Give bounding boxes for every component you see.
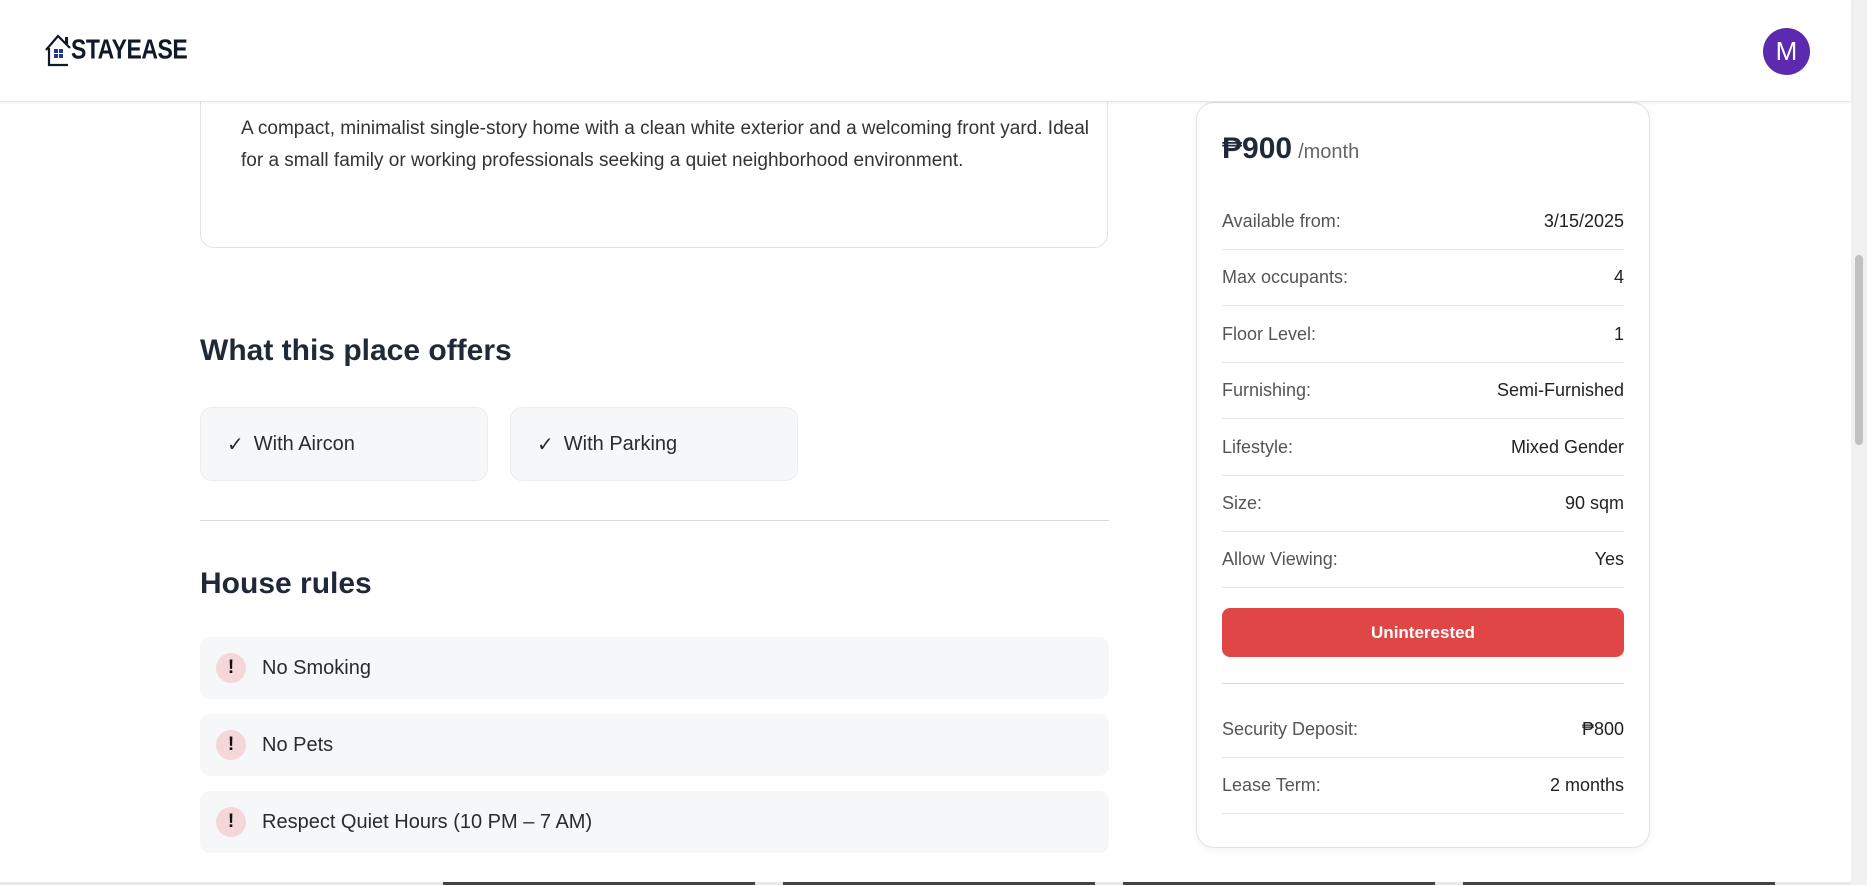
description-text: A compact, minimalist single-story home … (241, 118, 1089, 171)
price-unit: /month (1298, 141, 1360, 163)
detail-row-max-occupants: Max occupants: 4 (1222, 250, 1624, 306)
detail-label: Lifestyle: (1222, 437, 1294, 457)
section-divider (200, 520, 1109, 521)
page-scrollbar-thumb[interactable] (1855, 255, 1863, 445)
detail-value: 4 (1613, 267, 1624, 287)
amenity-label: With Aircon (253, 432, 355, 455)
check-icon: ✓ (227, 433, 244, 456)
rule-item: ! No Pets (200, 714, 1109, 776)
user-avatar[interactable]: M (1763, 28, 1810, 75)
detail-label: Max occupants: (1222, 267, 1349, 287)
detail-value: Yes (1594, 549, 1624, 569)
warning-icon: ! (216, 653, 246, 683)
top-header: STAYEASE M (0, 0, 1851, 102)
detail-value: 1 (1613, 324, 1624, 344)
detail-value: ₱800 (1581, 719, 1624, 739)
detail-row-furnishing: Furnishing: Semi-Furnished (1222, 363, 1624, 419)
detail-label: Allow Viewing: (1222, 549, 1338, 569)
amenities-title: What this place offers (200, 334, 512, 367)
amenity-item: ✓ With Aircon (200, 407, 488, 481)
detail-label: Floor Level: (1222, 324, 1317, 344)
check-icon: ✓ (537, 433, 554, 456)
detail-label: Security Deposit: (1222, 719, 1359, 739)
detail-value: Mixed Gender (1510, 437, 1624, 457)
detail-value: 2 months (1549, 775, 1624, 795)
detail-row-size: Size: 90 sqm (1222, 476, 1624, 532)
stayease-logo[interactable]: STAYEASE (44, 28, 188, 68)
detail-value: Semi-Furnished (1496, 380, 1624, 400)
rule-label: Respect Quiet Hours (10 PM – 7 AM) (262, 810, 593, 833)
detail-row-available-from: Available from: 3/15/2025 (1222, 194, 1624, 250)
detail-row-floor-level: Floor Level: 1 (1222, 307, 1624, 363)
amenity-label: With Parking (563, 432, 678, 455)
detail-row-security-deposit: Security Deposit: ₱800 (1222, 702, 1624, 758)
amenity-item: ✓ With Parking (510, 407, 798, 481)
detail-row-allow-viewing: Allow Viewing: Yes (1222, 532, 1624, 588)
rule-item: ! No Smoking (200, 637, 1109, 699)
logo-text: STAYEASE (71, 33, 188, 65)
warning-icon: ! (216, 730, 246, 760)
detail-label: Size: (1222, 493, 1263, 513)
warning-icon: ! (216, 807, 246, 837)
detail-value: 3/15/2025 (1543, 211, 1624, 231)
rule-item: ! Respect Quiet Hours (10 PM – 7 AM) (200, 791, 1109, 853)
price-amount: ₱900 (1222, 132, 1293, 165)
house-logo-icon (45, 34, 71, 67)
detail-label: Available from: (1222, 211, 1341, 231)
detail-label: Lease Term: (1222, 775, 1321, 795)
price-display: ₱900 /month (1222, 132, 1359, 166)
detail-value: 90 sqm (1564, 493, 1624, 513)
house-rules-title: House rules (200, 567, 372, 600)
detail-label: Furnishing: (1222, 380, 1312, 400)
detail-row-lease-term: Lease Term: 2 months (1222, 758, 1624, 814)
rule-label: No Pets (262, 733, 334, 756)
uninterested-button[interactable]: Uninterested (1222, 608, 1624, 657)
detail-row-lifestyle: Lifestyle: Mixed Gender (1222, 420, 1624, 476)
sidebar-divider (1222, 683, 1624, 684)
rule-label: No Smoking (262, 656, 371, 679)
